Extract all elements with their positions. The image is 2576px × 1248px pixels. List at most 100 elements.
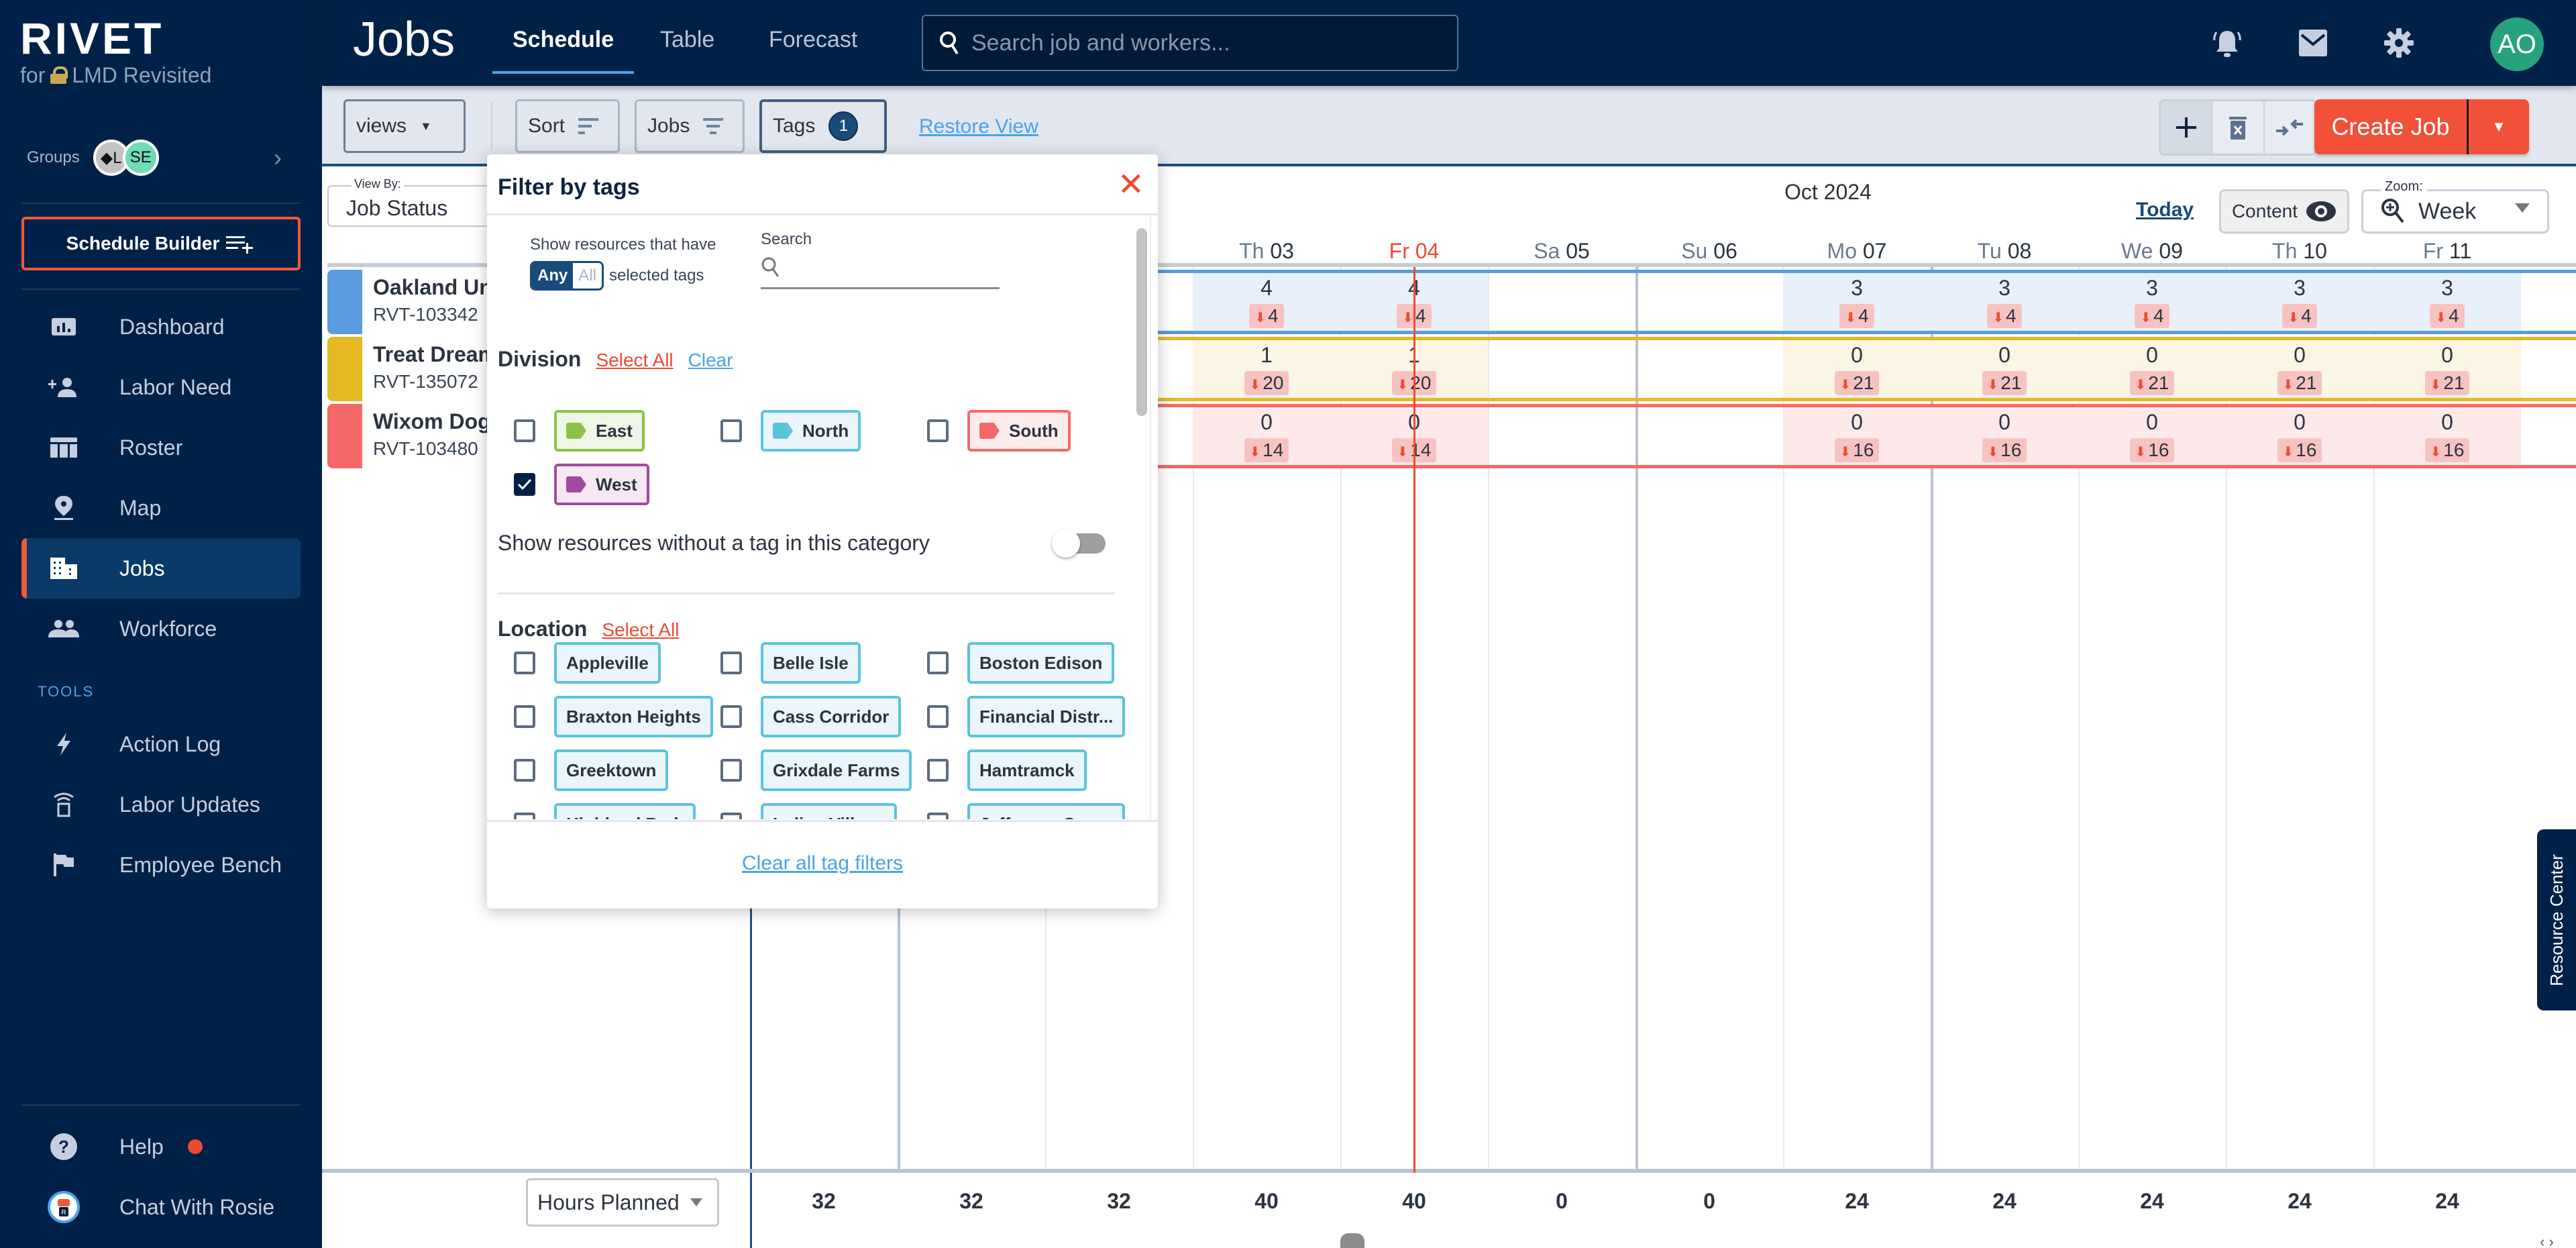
tab-schedule[interactable]: Schedule — [492, 27, 635, 75]
resource-center-tab[interactable]: Resource Center — [2537, 829, 2576, 1010]
nav-item-dashboard[interactable]: Dashboard — [21, 297, 301, 357]
nav-item-map[interactable]: Map — [21, 478, 301, 538]
tag-checkbox[interactable] — [927, 419, 949, 442]
job-day-cell[interactable]: 3 ⬇ 4 — [1931, 274, 2078, 328]
popup-scrollbar-thumb[interactable] — [1136, 228, 1147, 416]
chevron-right-icon[interactable]: › — [274, 144, 282, 172]
nav-item-labor-need[interactable]: Labor Need — [21, 357, 301, 417]
tag-chip[interactable]: West — [554, 464, 649, 505]
nav-item-workforce[interactable]: Workforce — [21, 599, 301, 659]
close-icon[interactable]: ✕ — [1118, 169, 1144, 201]
notifications-bell-icon[interactable] — [2210, 25, 2245, 60]
tag-chip[interactable]: Greektown — [554, 749, 669, 791]
create-job-button[interactable]: Create Job — [2314, 99, 2469, 154]
tags-filter-button[interactable]: Tags 1 — [759, 99, 887, 153]
scroll-arrows[interactable]: ‹ › — [2540, 1233, 2554, 1248]
tag-checkbox[interactable] — [514, 813, 535, 819]
jobs-filter-button[interactable]: Jobs — [635, 99, 745, 153]
job-day-cell[interactable]: 0 ⬇ 16 — [2226, 409, 2373, 462]
nav-item-labor-updates[interactable]: Labor Updates — [21, 774, 301, 835]
job-day-cell[interactable]: 4 ⬇4 — [1193, 274, 1340, 328]
nav-item-jobs[interactable]: Jobs — [21, 538, 301, 599]
job-day-cell[interactable]: 0 ⬇ 21 — [2226, 342, 2373, 395]
tag-chip[interactable]: Boston Edison — [967, 642, 1115, 684]
job-day-cell[interactable]: 0 ⬇ 21 — [2078, 342, 2226, 395]
job-day-cell[interactable]: 3 ⬇ 4 — [2226, 274, 2373, 328]
settings-gear-icon[interactable] — [2381, 25, 2416, 60]
division-select-all-link[interactable]: Select All — [596, 350, 673, 371]
tag-chip[interactable]: Belle Isle — [761, 642, 861, 684]
tag-chip[interactable]: Braxton Heights — [554, 696, 713, 737]
job-day-cell[interactable]: 3 ⬇ 4 — [2078, 274, 2226, 328]
views-dropdown[interactable]: views ▼ — [343, 99, 466, 153]
nav-item-chat-with-rosie[interactable]: R Chat With Rosie — [21, 1177, 301, 1237]
nav-item-help[interactable]: ? Help — [21, 1116, 301, 1177]
job-day-cell[interactable]: 1 ⬇20 — [1193, 342, 1340, 395]
today-link[interactable]: Today — [2136, 199, 2194, 221]
groups-selector[interactable]: Groups ◆L SE › — [27, 138, 295, 178]
sort-button[interactable]: Sort — [515, 99, 620, 153]
tag-chip[interactable]: Jefferson Corr... — [967, 803, 1126, 819]
job-day-cell[interactable]: 0 ⬇ 21 — [1783, 342, 1931, 395]
add-button[interactable] — [2161, 101, 2213, 154]
division-clear-link[interactable]: Clear — [688, 350, 733, 371]
tag-checkbox[interactable] — [514, 759, 535, 782]
tag-chip[interactable]: Hamtramck — [967, 749, 1087, 791]
tag-chip[interactable]: Financial Distr... — [967, 696, 1126, 737]
job-day-cell[interactable]: 0 ⬇ 16 — [1783, 409, 1931, 462]
tag-checkbox[interactable] — [720, 759, 742, 782]
location-select-all-link[interactable]: Select All — [602, 619, 679, 641]
horizontal-scrollbar-thumb[interactable] — [1340, 1233, 1364, 1248]
job-day-cell[interactable]: 3 ⬇ 4 — [2373, 274, 2521, 328]
tag-chip[interactable]: Appleville — [554, 642, 661, 684]
job-day-cell[interactable]: 0 ⬇ 16 — [1931, 409, 2078, 462]
tag-chip[interactable]: South — [967, 410, 1071, 452]
tag-checkbox[interactable] — [927, 652, 949, 674]
view-by-select[interactable]: View By: Job Status — [327, 177, 502, 227]
without-tag-toggle[interactable] — [1052, 529, 1106, 558]
nav-item-employee-bench[interactable]: Employee Bench — [21, 835, 301, 895]
tag-chip[interactable]: Grixdale Farms — [761, 749, 912, 791]
job-day-cell[interactable]: 0 ⬇14 — [1193, 409, 1340, 462]
restore-view-link[interactable]: Restore View — [919, 115, 1038, 138]
nav-item-action-log[interactable]: Action Log — [21, 714, 301, 774]
clear-all-tag-filters-link[interactable]: Clear all tag filters — [487, 852, 1158, 875]
tag-chip[interactable]: Indian Village — [761, 803, 898, 819]
create-job-dropdown[interactable]: ▼ — [2469, 99, 2529, 154]
mail-icon[interactable] — [2296, 25, 2330, 60]
tab-forecast[interactable]: Forecast — [769, 27, 857, 75]
match-all-option[interactable]: All — [573, 263, 602, 289]
tag-chip[interactable]: Cass Corridor — [761, 696, 902, 737]
tag-checkbox[interactable] — [514, 419, 535, 442]
tag-checkbox[interactable] — [720, 652, 742, 674]
tag-chip[interactable]: Highland Park — [554, 803, 696, 819]
footer-metric-select[interactable]: Hours Planned — [526, 1178, 719, 1227]
zoom-select[interactable]: Zoom: Week — [2361, 179, 2549, 233]
tag-checkbox[interactable] — [927, 705, 949, 728]
job-day-cell[interactable]: 0 ⬇ 21 — [2373, 342, 2521, 395]
tab-table[interactable]: Table — [660, 27, 714, 75]
tag-checkbox[interactable] — [514, 652, 535, 674]
tag-checkbox[interactable] — [927, 759, 949, 782]
job-day-cell[interactable]: 0 ⬇ 16 — [2373, 409, 2521, 462]
delete-button[interactable] — [2212, 101, 2265, 154]
job-day-cell[interactable]: 0 ⬇ 16 — [2078, 409, 2226, 462]
tag-chip[interactable]: North — [761, 410, 861, 452]
tag-checkbox[interactable] — [927, 813, 949, 819]
user-avatar[interactable]: AO — [2490, 17, 2544, 71]
schedule-builder-button[interactable]: Schedule Builder — [21, 217, 301, 270]
collapse-button[interactable] — [2265, 101, 2315, 154]
content-visibility-button[interactable]: Content — [2219, 189, 2349, 233]
tag-checkbox[interactable] — [720, 419, 742, 442]
tag-checkbox[interactable] — [514, 705, 535, 728]
match-any-option[interactable]: Any — [532, 263, 574, 289]
search-input[interactable] — [971, 30, 1441, 56]
nav-item-roster[interactable]: Roster — [21, 417, 301, 478]
tag-checkbox[interactable] — [514, 473, 535, 496]
tag-chip[interactable]: East — [554, 410, 645, 452]
tag-search-input[interactable] — [789, 258, 990, 278]
job-day-cell[interactable]: 0 ⬇ 21 — [1931, 342, 2078, 395]
job-day-cell[interactable]: 3 ⬇ 4 — [1783, 274, 1931, 328]
tag-checkbox[interactable] — [720, 813, 742, 819]
tag-checkbox[interactable] — [720, 705, 742, 728]
